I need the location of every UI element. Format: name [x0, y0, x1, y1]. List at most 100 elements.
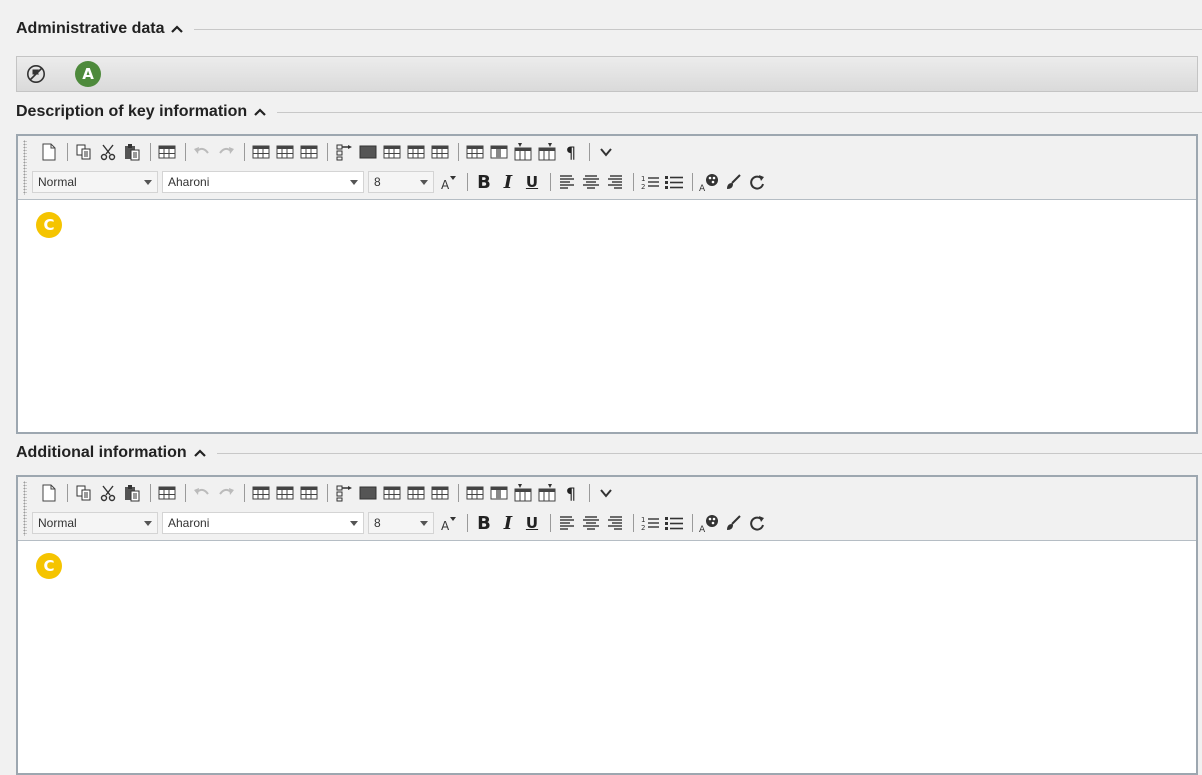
- paragraph-style-value: Normal: [38, 516, 77, 530]
- insert-row-icon[interactable]: [250, 482, 272, 504]
- insert-row-icon[interactable]: [250, 141, 272, 163]
- more-icon[interactable]: [595, 141, 617, 163]
- paste-icon[interactable]: [121, 482, 143, 504]
- toolbar-separator: [150, 143, 151, 161]
- insert-column-icon[interactable]: [274, 141, 296, 163]
- font-size-icon[interactable]: A: [438, 171, 460, 193]
- toolbar-grip[interactable]: [23, 481, 27, 536]
- insert-column-right-icon[interactable]: [536, 141, 558, 163]
- cut-icon[interactable]: [97, 482, 119, 504]
- insert-column-right-icon[interactable]: [536, 482, 558, 504]
- font-size-value: 8: [374, 175, 381, 189]
- font-size-icon[interactable]: A: [438, 512, 460, 534]
- table-style-2-icon[interactable]: [381, 482, 403, 504]
- collapse-caret-icon[interactable]: [253, 105, 267, 119]
- align-center-icon[interactable]: [580, 171, 602, 193]
- table-style-4-icon[interactable]: [429, 482, 451, 504]
- table-style-2-icon[interactable]: [381, 141, 403, 163]
- table-props-icon[interactable]: [464, 141, 486, 163]
- bulleted-list-icon[interactable]: [663, 171, 685, 193]
- table-style-1-icon[interactable]: [357, 482, 379, 504]
- more-icon[interactable]: [595, 482, 617, 504]
- align-right-icon[interactable]: [604, 171, 626, 193]
- bold-icon[interactable]: B: [473, 512, 495, 534]
- cell-props-icon[interactable]: [488, 482, 510, 504]
- toolbar-separator: [185, 143, 186, 161]
- underline-icon[interactable]: U: [521, 512, 543, 534]
- insert-column-left-icon[interactable]: [512, 141, 534, 163]
- toolbar-separator: [458, 143, 459, 161]
- paragraph-style-select[interactable]: Normal: [32, 512, 158, 534]
- copy-icon[interactable]: [73, 482, 95, 504]
- font-family-value: Aharoni: [168, 516, 210, 530]
- refresh-icon[interactable]: [746, 512, 768, 534]
- cell-props-icon[interactable]: [488, 141, 510, 163]
- refresh-icon[interactable]: [746, 171, 768, 193]
- font-size-select[interactable]: 8: [368, 171, 434, 193]
- rich-text-toolbar: ¶ Normal Aharoni 8 A B I U 12 A: [18, 477, 1196, 541]
- collapse-caret-icon[interactable]: [193, 446, 207, 460]
- bulleted-list-icon[interactable]: [663, 512, 685, 534]
- bold-glyph: B: [477, 171, 491, 193]
- svg-text:2: 2: [641, 183, 645, 190]
- table-icon[interactable]: [156, 141, 178, 163]
- numbered-list-icon[interactable]: 12: [639, 171, 661, 193]
- collapse-caret-icon[interactable]: [170, 22, 184, 36]
- outline-icon[interactable]: [333, 482, 355, 504]
- merge-cells-icon[interactable]: [298, 141, 320, 163]
- table-props-icon[interactable]: [464, 482, 486, 504]
- new-document-icon[interactable]: [38, 141, 60, 163]
- description-header: Description of key information: [16, 101, 1202, 123]
- table-icon[interactable]: [156, 482, 178, 504]
- table-style-3-icon[interactable]: [405, 141, 427, 163]
- paragraph-style-value: Normal: [38, 175, 77, 189]
- flag-icon[interactable]: [25, 63, 47, 85]
- svg-text:A: A: [699, 525, 706, 533]
- table-style-4-icon[interactable]: [429, 141, 451, 163]
- copy-icon[interactable]: [73, 141, 95, 163]
- redo-icon[interactable]: [215, 482, 237, 504]
- italic-icon[interactable]: I: [497, 512, 519, 534]
- font-family-select[interactable]: Aharoni: [162, 171, 364, 193]
- toolbar-row-1: ¶: [38, 479, 1192, 507]
- undo-icon[interactable]: [191, 141, 213, 163]
- align-left-icon[interactable]: [556, 512, 578, 534]
- cut-icon[interactable]: [97, 141, 119, 163]
- underline-glyph: U: [525, 173, 539, 191]
- font-family-select[interactable]: Aharoni: [162, 512, 364, 534]
- toolbar-grip[interactable]: [23, 140, 27, 195]
- font-size-select[interactable]: 8: [368, 512, 434, 534]
- paste-icon[interactable]: [121, 141, 143, 163]
- bold-glyph: B: [477, 512, 491, 534]
- align-right-icon[interactable]: [604, 512, 626, 534]
- toolbar-row-1: ¶: [38, 138, 1192, 166]
- underline-icon[interactable]: U: [521, 171, 543, 193]
- align-center-icon[interactable]: [580, 512, 602, 534]
- paragraph-style-select[interactable]: Normal: [32, 171, 158, 193]
- format-painter-icon[interactable]: [722, 171, 744, 193]
- show-formatting-icon[interactable]: ¶: [560, 141, 582, 163]
- undo-icon[interactable]: [191, 482, 213, 504]
- annotation-badge-a: A: [75, 61, 101, 87]
- new-document-icon[interactable]: [38, 482, 60, 504]
- toolbar-separator: [185, 484, 186, 502]
- outline-icon[interactable]: [333, 141, 355, 163]
- bold-icon[interactable]: B: [473, 171, 495, 193]
- table-style-1-icon[interactable]: [357, 141, 379, 163]
- text-color-icon[interactable]: A: [698, 171, 720, 193]
- italic-icon[interactable]: I: [497, 171, 519, 193]
- insert-column-icon[interactable]: [274, 482, 296, 504]
- numbered-list-icon[interactable]: 12: [639, 512, 661, 534]
- text-color-icon[interactable]: A: [698, 512, 720, 534]
- insert-column-left-icon[interactable]: [512, 482, 534, 504]
- additional-information-content-area[interactable]: C: [18, 541, 1196, 773]
- dropdown-arrow-icon: [350, 179, 358, 185]
- redo-icon[interactable]: [215, 141, 237, 163]
- format-painter-icon[interactable]: [722, 512, 744, 534]
- merge-cells-icon[interactable]: [298, 482, 320, 504]
- table-style-3-icon[interactable]: [405, 482, 427, 504]
- align-left-icon[interactable]: [556, 171, 578, 193]
- description-content-area[interactable]: C: [18, 200, 1196, 432]
- underline-glyph: U: [525, 514, 539, 532]
- show-formatting-icon[interactable]: ¶: [560, 482, 582, 504]
